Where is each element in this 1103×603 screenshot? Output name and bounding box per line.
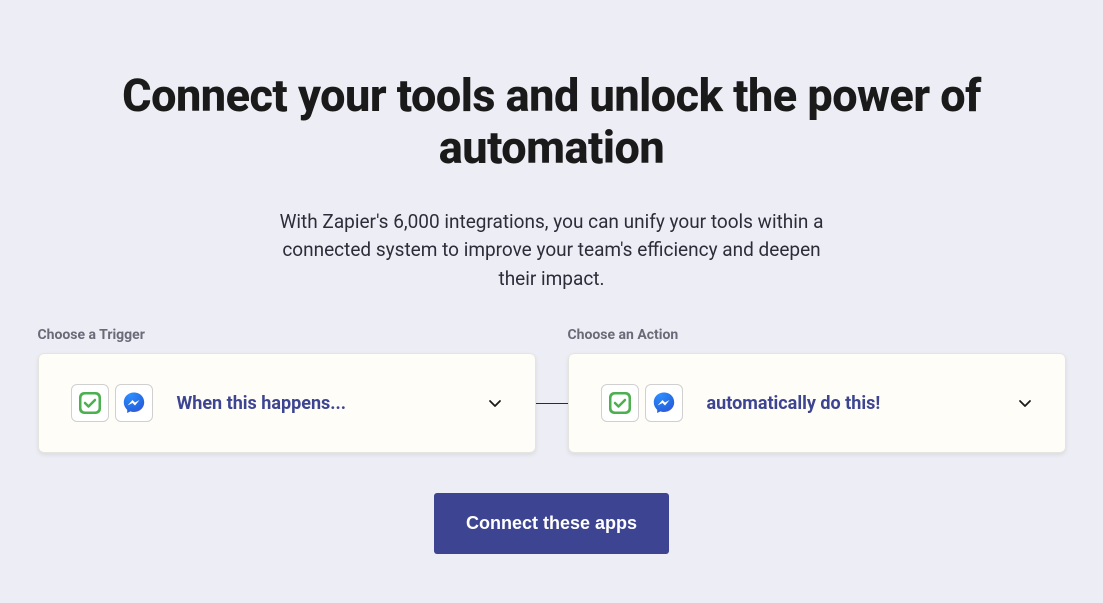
messenger-app-icon <box>645 384 683 422</box>
trigger-label: Choose a Trigger <box>38 327 536 343</box>
checkmark-app-icon <box>601 384 639 422</box>
action-app-icons <box>601 384 683 422</box>
chevron-down-icon <box>1017 395 1033 411</box>
trigger-app-icons <box>71 384 153 422</box>
action-text: automatically do this! <box>707 393 1017 414</box>
trigger-card[interactable]: When this happens... <box>38 353 536 453</box>
page-subheading: With Zapier's 6,000 integrations, you ca… <box>272 208 832 294</box>
connector-line <box>536 403 568 404</box>
action-card[interactable]: automatically do this! <box>568 353 1066 453</box>
trigger-text: When this happens... <box>177 393 487 414</box>
checkmark-app-icon <box>71 384 109 422</box>
chevron-down-icon <box>487 395 503 411</box>
connect-apps-button[interactable]: Connect these apps <box>434 493 669 554</box>
messenger-app-icon <box>115 384 153 422</box>
page-heading: Connect your tools and unlock the power … <box>102 70 1002 174</box>
action-label: Choose an Action <box>568 327 1066 343</box>
